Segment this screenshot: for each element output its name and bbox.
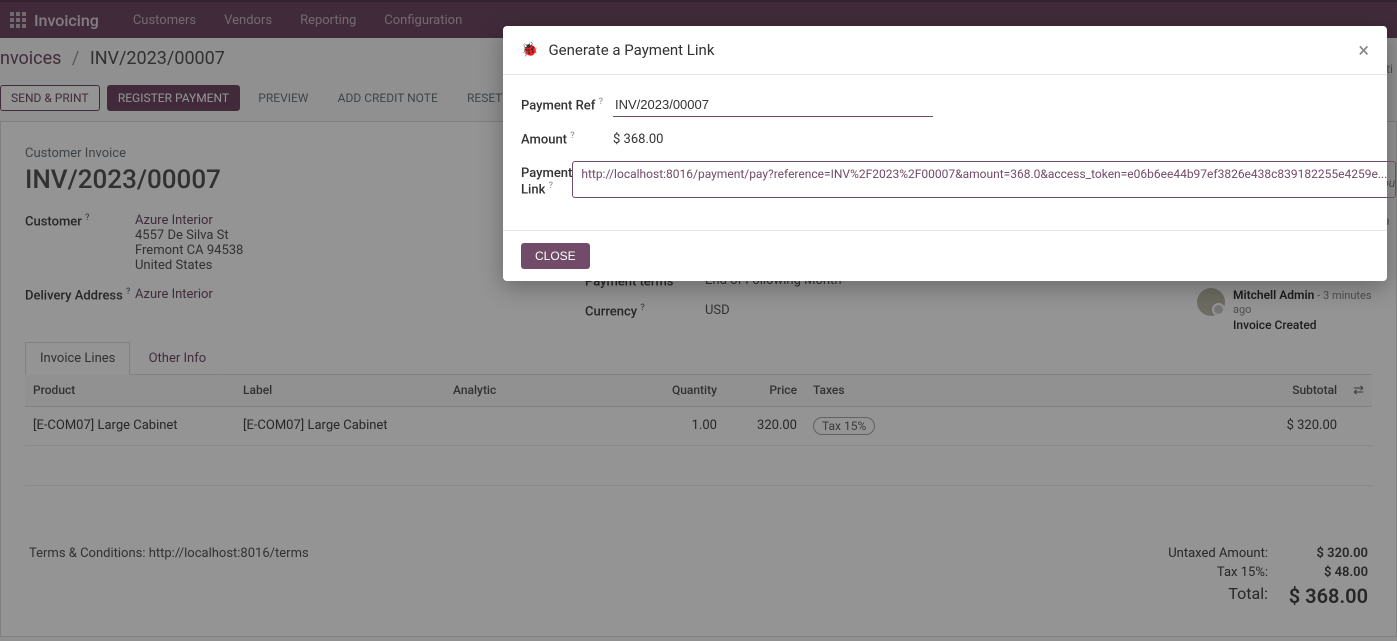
amount-label: Amount ? bbox=[521, 131, 613, 147]
close-button[interactable]: CLOSE bbox=[521, 243, 590, 269]
payment-link-label: Payment Link ? bbox=[521, 161, 572, 197]
payment-link-input[interactable]: http://localhost:8016/payment/pay?refere… bbox=[572, 161, 1396, 197]
payment-ref-label: Payment Ref ? bbox=[521, 97, 613, 113]
payment-ref-input[interactable] bbox=[613, 93, 933, 117]
close-icon[interactable]: × bbox=[1358, 40, 1369, 60]
payment-link-modal: 🐞 Generate a Payment Link × Payment Ref … bbox=[503, 26, 1387, 281]
modal-title: Generate a Payment Link bbox=[548, 41, 1358, 59]
amount-value: $ 368.00 bbox=[613, 132, 664, 147]
bug-icon[interactable]: 🐞 bbox=[521, 42, 538, 58]
